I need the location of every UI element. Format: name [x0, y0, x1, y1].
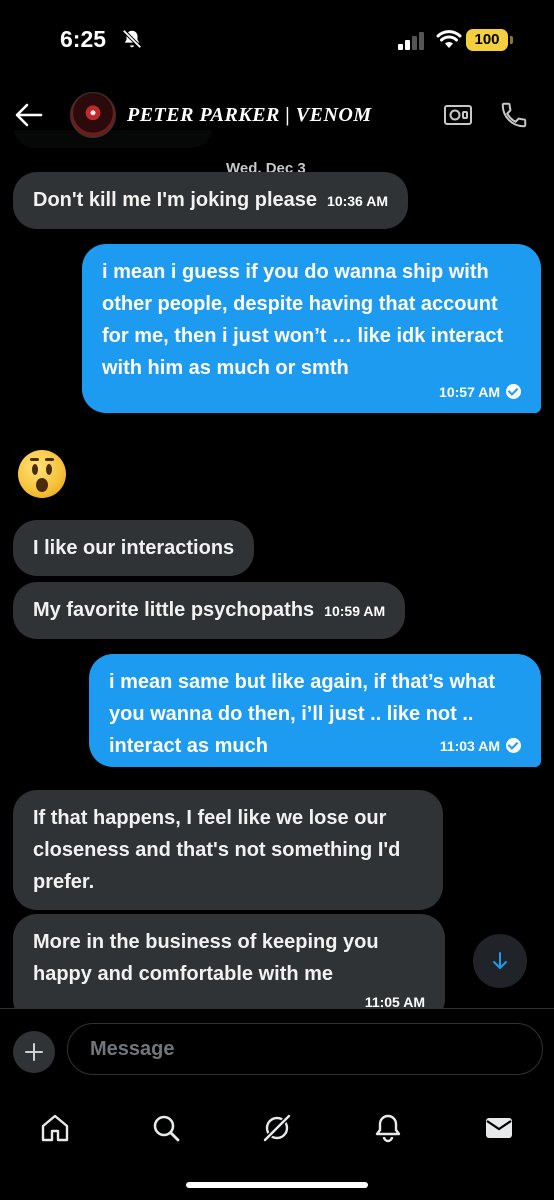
- message-bubble-outgoing[interactable]: i mean i guess if you do wanna ship with…: [82, 244, 541, 413]
- contact-name[interactable]: PETER PARKER | VENOM: [127, 104, 372, 127]
- message-time: 11:03 AM: [439, 738, 500, 754]
- home-icon: [41, 1114, 69, 1142]
- message-text: Don't kill me I'm joking please: [33, 189, 318, 211]
- message-text: I like our interactions: [33, 537, 235, 559]
- message-thread[interactable]: Wed, Dec 3 Don't kill me I'm joking plea…: [0, 130, 554, 1008]
- message-bubble-outgoing[interactable]: i mean same but like again, if that’s wh…: [89, 654, 541, 767]
- status-bar: 6:25 100: [0, 0, 554, 80]
- arrow-down-icon: [493, 952, 507, 969]
- add-attachment-button[interactable]: [13, 1031, 55, 1073]
- message-bubble-incoming[interactable]: Don't kill me I'm joking please 10:36 AM: [13, 172, 408, 229]
- message-bubble-incoming[interactable]: If that happens, I feel like we lose our…: [13, 790, 443, 910]
- battery-indicator: 100: [466, 29, 513, 51]
- nav-search[interactable]: [136, 1100, 196, 1156]
- conversation-header: PETER PARKER | VENOM: [0, 80, 554, 150]
- scroll-to-bottom-button[interactable]: [473, 934, 527, 988]
- wifi-icon: [436, 30, 462, 48]
- message-bubble-incoming[interactable]: My favorite little psychopaths 10:59 AM: [13, 582, 406, 639]
- read-receipt-icon: [506, 738, 521, 753]
- message-composer: [0, 1008, 554, 1090]
- message-text: If that happens, I feel like we lose our…: [33, 807, 401, 893]
- clock: 6:25: [60, 26, 107, 52]
- message-time: 10:36 AM: [327, 193, 388, 209]
- phone-icon[interactable]: [499, 100, 529, 130]
- search-icon: [153, 1115, 180, 1142]
- video-camera-icon[interactable]: [443, 102, 473, 128]
- cellular-signal-icon: [398, 32, 424, 50]
- message-input[interactable]: [67, 1023, 543, 1075]
- message-text: i mean i guess if you do wanna ship with…: [102, 261, 504, 379]
- message-bubble-incoming[interactable]: I like our interactions: [13, 520, 255, 576]
- message-text: More in the business of keeping you happ…: [33, 931, 379, 985]
- contact-avatar[interactable]: [70, 92, 116, 138]
- nav-grok[interactable]: [247, 1100, 307, 1156]
- plus-icon: [25, 1043, 43, 1061]
- message-bubble-incoming[interactable]: More in the business of keeping you happ…: [13, 914, 445, 1008]
- nav-messages[interactable]: [469, 1100, 529, 1156]
- grok-icon: [263, 1114, 291, 1142]
- bottom-navigation: [0, 1090, 554, 1200]
- back-arrow-icon[interactable]: [14, 102, 44, 128]
- astonished-face-emoji[interactable]: [18, 450, 66, 498]
- message-text: My favorite little psychopaths: [33, 599, 315, 621]
- message-time: 10:57 AM: [439, 384, 500, 400]
- messages-icon: [486, 1118, 512, 1138]
- message-time: 10:59 AM: [324, 603, 386, 619]
- notifications-icon: [375, 1114, 401, 1143]
- bell-off-icon: [122, 29, 142, 49]
- read-receipt-icon: [506, 384, 521, 399]
- nav-home[interactable]: [25, 1100, 85, 1156]
- nav-notifications[interactable]: [358, 1100, 418, 1156]
- home-indicator: [186, 1182, 368, 1188]
- message-time: 11:05 AM: [364, 994, 425, 1008]
